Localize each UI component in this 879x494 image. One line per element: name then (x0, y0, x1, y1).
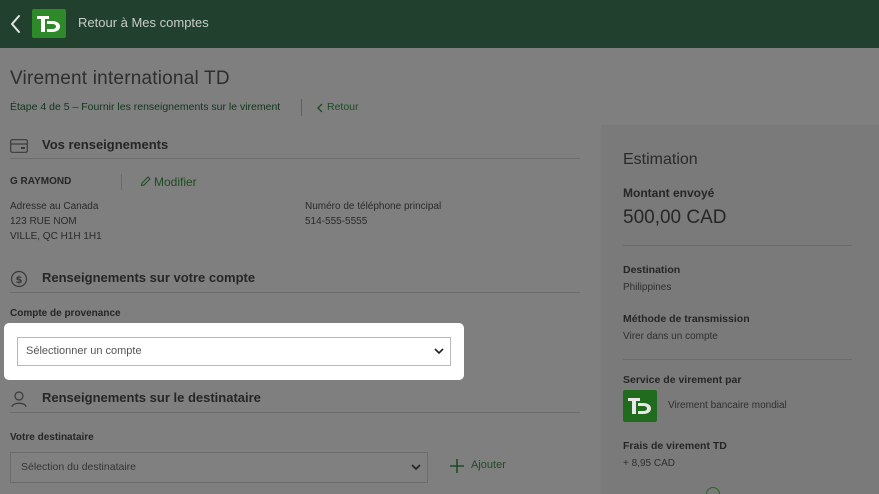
add-recipient-label: Ajouter (471, 459, 506, 471)
estimation-panel: Estimation Montant envoyé 500,00 CAD Des… (601, 125, 879, 494)
phone-value: 514-555-5555 (305, 216, 368, 227)
td-logo-icon (628, 398, 651, 414)
fees-label: Frais de virement TD (623, 440, 727, 452)
chevron-down-icon (411, 464, 421, 471)
person-icon (11, 391, 27, 408)
plus-icon (450, 459, 464, 473)
estimation-title: Estimation (623, 151, 698, 168)
section-vos-renseignements: Vos renseignements (10, 137, 310, 157)
method-value: Virer dans un compte (623, 331, 718, 342)
panel-divider (623, 359, 852, 360)
chevron-down-icon (434, 348, 444, 355)
section-compte: $ Renseignements sur votre compte (10, 270, 310, 290)
back-chevron-icon[interactable] (9, 13, 23, 35)
fees-value: + 8,95 CAD (623, 458, 675, 469)
section-title: Renseignements sur le destinataire (42, 390, 261, 405)
modifier-label: Modifier (154, 175, 197, 189)
step-indicator: Étape 4 de 5 – Fournir les renseignement… (10, 101, 281, 113)
td-logo (32, 9, 66, 38)
page-title: Virement international TD (10, 68, 230, 89)
top-bar: Retour à Mes comptes (0, 0, 879, 48)
section-divider (10, 158, 580, 159)
divider (121, 174, 122, 190)
destinataire-label: Votre destinataire (10, 432, 94, 443)
address-line-2: VILLE, QC H1H 1H1 (10, 231, 102, 242)
amount-label: Montant envoyé (623, 186, 715, 200)
section-title: Vos renseignements (42, 137, 169, 152)
back-to-accounts-link[interactable]: Retour à Mes comptes (78, 15, 209, 30)
section-divider (10, 412, 580, 413)
amount-value: 500,00 CAD (623, 207, 727, 228)
destination-label: Destination (623, 264, 681, 276)
svg-text:$: $ (16, 275, 23, 286)
service-label: Service de virement par (623, 374, 742, 386)
info-icon[interactable] (706, 487, 720, 494)
pencil-icon (140, 176, 151, 187)
divider (301, 99, 302, 116)
td-logo (623, 390, 657, 422)
card-icon (10, 139, 28, 153)
address-label: Adresse au Canada (10, 201, 99, 212)
recipient-select-placeholder: Sélection du destinataire (21, 461, 136, 473)
account-select-placeholder: Sélectionner un compte (26, 345, 142, 357)
td-logo-icon (37, 15, 60, 32)
retour-label: Retour (327, 101, 359, 113)
section-divider (10, 292, 580, 293)
recipient-select[interactable]: Sélection du destinataire (10, 452, 428, 483)
address-line-1: 123 RUE NOM (10, 216, 77, 227)
section-title: Renseignements sur votre compte (42, 270, 256, 285)
panel-divider (623, 245, 852, 246)
account-select[interactable]: Sélectionner un compte (17, 337, 451, 366)
method-label: Méthode de transmission (623, 313, 750, 325)
phone-label: Numéro de téléphone principal (305, 201, 442, 212)
dollar-coin-icon: $ (10, 270, 28, 288)
section-destinataire: Renseignements sur le destinataire (10, 390, 310, 410)
service-value: Virement bancaire mondial (668, 400, 787, 411)
chevron-left-icon (317, 103, 323, 113)
destination-value: Philippines (623, 282, 672, 293)
account-select-spotlight: Sélectionner un compte (4, 323, 464, 380)
client-name: G RAYMOND (10, 176, 72, 187)
compte-provenance-label: Compte de provenance (10, 308, 121, 319)
